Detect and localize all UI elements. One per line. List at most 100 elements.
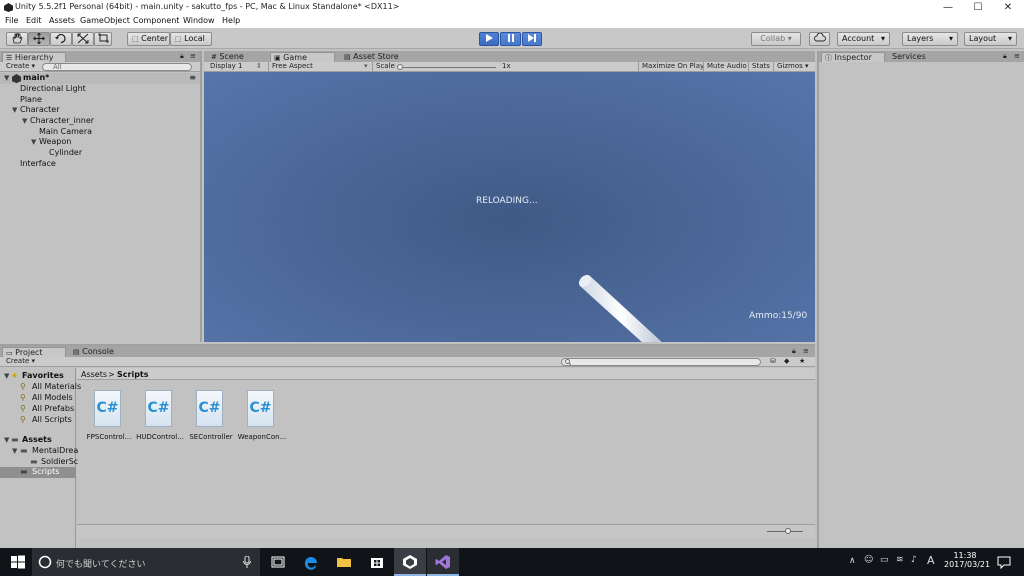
gizmos-dropdown[interactable]: Gizmos ▾ [773,62,809,71]
favorite-all-materials[interactable]: All Materials [32,382,81,391]
menu-window[interactable]: Window [183,16,215,25]
pause-button[interactable] [500,32,521,46]
stats-toggle[interactable]: Stats [748,62,770,71]
project-search-input[interactable] [561,358,761,366]
tray-chevron-up-icon[interactable]: ∧ [849,556,856,566]
filter-type-icon[interactable]: ⛁ [770,357,776,366]
menu-component[interactable]: Component [133,16,179,25]
play-button[interactable] [479,32,499,46]
game-viewport[interactable]: RELOADING... Ammo:15/90 [204,72,815,342]
favorite-all-models[interactable]: All Models [32,393,73,402]
panel-menu-icon[interactable]: ≡ [1014,52,1020,61]
people-icon[interactable]: ☺ [864,555,873,565]
rotate-tool-button[interactable] [50,32,72,46]
folder-mentaldrea[interactable]: MentalDrea [32,446,78,455]
project-create-button[interactable]: Create ▾ [6,357,35,366]
panel-menu-icon[interactable]: ≡ [190,52,196,61]
tab-hierarchy[interactable]: ☰ Hierarchy [2,52,66,62]
tab-project[interactable]: ▭ Project [2,347,66,357]
tab-asset-store[interactable]: ▤ Asset Store [341,52,411,62]
expand-triangle-icon[interactable]: ▼ [4,436,9,444]
menu-edit[interactable]: Edit [26,16,42,25]
hierarchy-create-button[interactable]: Create ▾ [6,62,35,71]
breadcrumb-assets[interactable]: Assets [81,370,107,379]
expand-triangle-icon[interactable]: ▼ [12,106,17,114]
selected-folder-row[interactable]: ▬ Scripts [0,467,76,478]
wifi-icon[interactable]: ≋ [896,555,904,565]
filter-label-icon[interactable]: ◆ [784,357,789,366]
tab-game[interactable]: ▣ Game [270,52,335,62]
tab-console[interactable]: ▤ Console [70,347,130,357]
windows-start-icon[interactable] [10,554,26,570]
tab-services[interactable]: Services [889,52,939,62]
panel-menu-icon[interactable]: ≡ [803,347,809,356]
cortana-search-box[interactable]: 何でも聞いてください [32,548,260,576]
action-center-icon[interactable] [996,554,1012,570]
menu-assets[interactable]: Assets [49,16,75,25]
hierarchy-item-weapon[interactable]: Weapon [39,137,71,146]
favorites-label[interactable]: Favorites [22,371,64,380]
volume-icon[interactable]: ♪ [911,555,917,565]
expand-triangle-icon[interactable]: ▼ [4,372,9,380]
space-local-button[interactable]: ⬚ Local [170,32,212,46]
maximize-on-play-toggle[interactable]: Maximize On Play [638,62,704,71]
lock-icon[interactable]: 🔒︎ [1003,52,1007,61]
tab-scene[interactable]: # Scene [208,52,266,62]
hierarchy-item-character[interactable]: Character [20,105,60,114]
pivot-center-button[interactable]: ⬚ Center [127,32,170,46]
hierarchy-search-input[interactable]: All [42,63,192,71]
hierarchy-item-plane[interactable]: Plane [20,95,42,104]
store-icon[interactable] [369,554,385,570]
lock-icon[interactable]: 🔒︎ [180,52,184,61]
ime-indicator[interactable]: A [927,554,935,567]
menu-help[interactable]: Help [222,16,240,25]
icon-size-slider-handle[interactable] [785,528,791,534]
file-explorer-icon[interactable] [336,554,352,570]
task-view-icon[interactable] [270,554,286,570]
rect-tool-button[interactable] [94,32,112,46]
script-asset-weaponcontroller[interactable]: C# WeaponCon... [234,390,286,448]
expand-triangle-icon[interactable]: ▼ [22,117,27,125]
hand-tool-button[interactable] [6,32,28,46]
scene-menu-icon[interactable]: ≡ [189,73,196,82]
assets-label[interactable]: Assets [22,435,52,444]
step-button[interactable] [522,32,542,46]
expand-triangle-icon[interactable]: ▼ [31,138,36,146]
script-asset-fpscontroller[interactable]: C# FPSControl... [81,390,131,448]
expand-triangle-icon[interactable]: ▼ [4,74,9,82]
folder-soldiersc[interactable]: SoldierSc [41,457,78,466]
tab-inspector[interactable]: ⓘ Inspector [821,52,885,62]
cloud-button[interactable] [809,32,830,46]
favorite-all-scripts[interactable]: All Scripts [32,415,72,424]
menu-gameobject[interactable]: GameObject [80,16,130,25]
script-asset-secontroller[interactable]: C# SEController [183,390,233,448]
maximize-button[interactable]: ☐ [963,0,993,15]
scale-slider-track[interactable] [400,67,496,68]
scene-row[interactable]: ▼ main* ≡ [0,73,200,84]
collab-button[interactable]: Collab ▾ [751,32,801,46]
taskbar-clock[interactable]: 11:38 2017/03/21 [944,551,990,569]
taskbar-unity-button[interactable] [394,548,426,576]
hierarchy-item-interface[interactable]: Interface [20,159,56,168]
minimize-button[interactable]: — [933,0,963,15]
layout-dropdown[interactable]: Layout ▾ [964,32,1017,46]
layers-dropdown[interactable]: Layers ▾ [902,32,958,46]
menu-file[interactable]: File [5,16,18,25]
script-asset-hudcontroller[interactable]: C# HUDControl... [132,390,184,448]
battery-icon[interactable]: ▭ [880,555,889,565]
scale-tool-button[interactable] [72,32,94,46]
taskbar-visual-studio-button[interactable] [427,548,459,576]
expand-triangle-icon[interactable]: ▼ [12,447,17,455]
breadcrumb-scripts[interactable]: Scripts [117,370,149,379]
favorite-all-prefabs[interactable]: All Prefabs [32,404,74,413]
hierarchy-item-main-camera[interactable]: Main Camera [39,127,92,136]
favorite-star-icon[interactable]: ★ [799,357,805,366]
scale-slider-handle[interactable] [397,64,403,70]
lock-icon[interactable]: 🔒︎ [792,347,796,356]
edge-browser-icon[interactable] [303,554,319,570]
display-dropdown[interactable]: Display 1 [210,62,242,71]
hierarchy-item-cylinder[interactable]: Cylinder [49,148,82,157]
hierarchy-item-character-inner[interactable]: Character_inner [30,116,94,125]
account-dropdown[interactable]: Account ▾ [837,32,890,46]
move-tool-button[interactable] [28,32,50,46]
